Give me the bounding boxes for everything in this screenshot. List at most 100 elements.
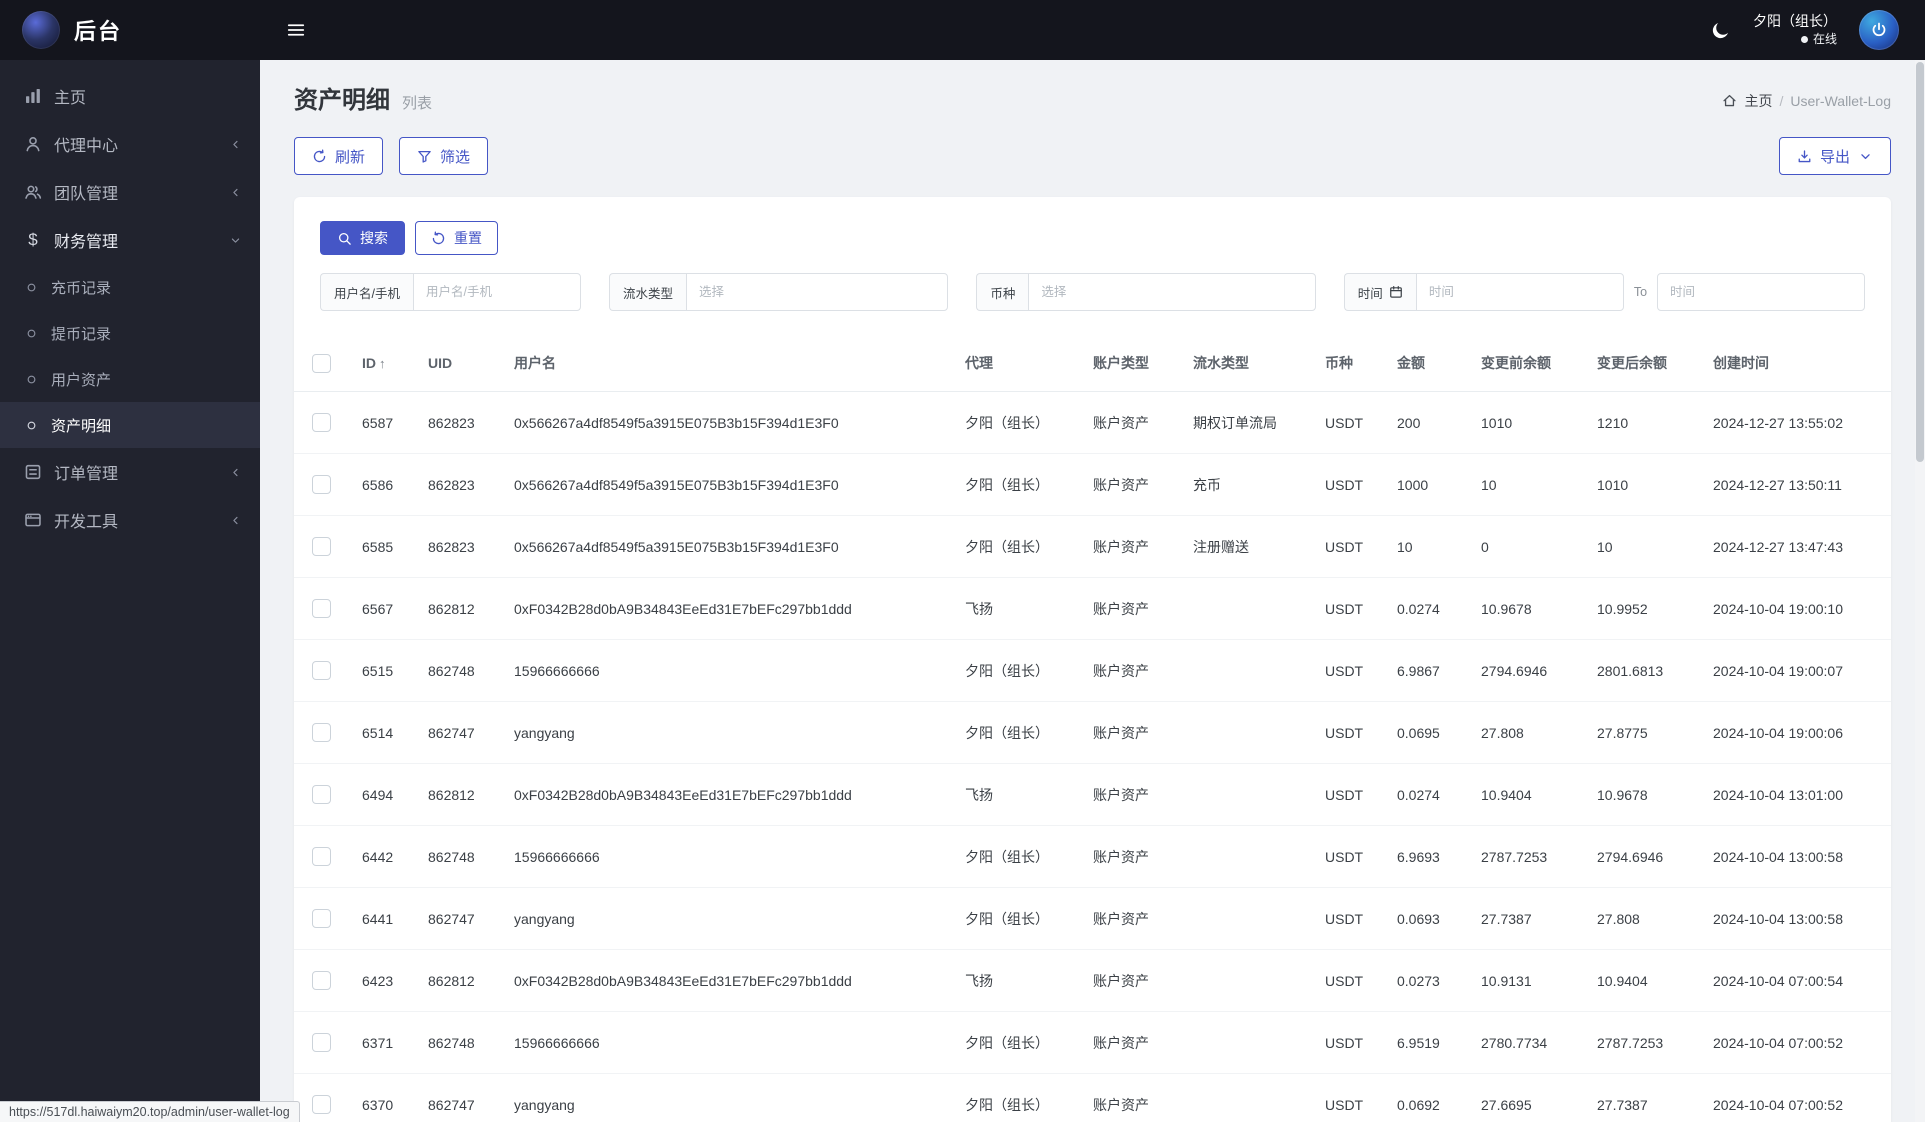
sidebar-item-dev-tools[interactable]: 开发工具 [0, 496, 260, 544]
cell-after: 2794.6946 [1585, 825, 1701, 888]
sidebar-item-team-management[interactable]: 团队管理 [0, 168, 260, 216]
column-header-代理[interactable]: 代理 [953, 333, 1081, 392]
cell-uid: 862748 [416, 1011, 502, 1074]
column-header-账户类型[interactable]: 账户类型 [1081, 333, 1181, 392]
column-header-变更前余额[interactable]: 变更前余额 [1469, 333, 1585, 392]
cell-username: 0x566267a4df8549f5a3915E075B3b15F394d1E3… [502, 453, 953, 516]
row-checkbox[interactable] [312, 847, 331, 866]
user-name: 夕阳（组长） [1753, 13, 1837, 30]
table-row: 6567 862812 0xF0342B28d0bA9B34843EeEd31E7b… [294, 577, 1891, 640]
cell-uid: 862823 [416, 453, 502, 516]
cell-before: 10.9131 [1469, 949, 1585, 1012]
cell-username: 15966666666 [502, 639, 953, 702]
circle-icon [25, 327, 38, 340]
reset-label: 重置 [454, 230, 482, 246]
time-to-input[interactable] [1657, 273, 1866, 311]
column-header-UID[interactable]: UID [416, 333, 502, 392]
table-row: 6370 862747 yangyang 夕阳（组长） 账户资产 USDT 0.0692 27… [294, 1073, 1891, 1122]
column-header-用户名[interactable]: 用户名 [502, 333, 953, 392]
cell-created: 2024-12-27 13:50:11 [1701, 453, 1891, 516]
cell-flow_type [1181, 1073, 1313, 1122]
cell-amount: 6.9693 [1385, 825, 1469, 888]
row-checkbox[interactable] [312, 909, 331, 928]
wallet-table: ID ↑ UID 用户名 代理 账户类型 流水类型 币种 金额 变更前余额 变更后余额 创建时间 65… [294, 333, 1891, 1122]
currency-label: 币种 [976, 273, 1029, 311]
row-checkbox[interactable] [312, 723, 331, 742]
row-checkbox[interactable] [312, 537, 331, 556]
sidebar-item-label: 开发工具 [54, 514, 119, 531]
flow-type-select[interactable] [686, 273, 949, 311]
hamburger-icon[interactable] [286, 20, 306, 40]
cell-created: 2024-10-04 19:00:06 [1701, 701, 1891, 764]
online-dot-icon [1800, 35, 1808, 43]
sidebar-item-home[interactable]: 主页 [0, 72, 260, 120]
table-row: 6585 862823 0x566267a4df8549f5a3915E075B3b… [294, 515, 1891, 578]
row-checkbox[interactable] [312, 971, 331, 990]
sidebar-subitem-deposit-records[interactable]: 充币记录 [0, 264, 260, 310]
table-row: 6514 862747 yangyang 夕阳（组长） 账户资产 USDT 0.0695 27… [294, 701, 1891, 764]
table-body: 6587 862823 0x566267a4df8549f5a3915E075B3b… [294, 392, 1891, 1122]
cell-agent: 飞扬 [953, 949, 1081, 1012]
cell-agent: 飞扬 [953, 763, 1081, 826]
cell-before: 2787.7253 [1469, 825, 1585, 888]
column-header-金额[interactable]: 金额 [1385, 333, 1469, 392]
sidebar-item-order-management[interactable]: 订单管理 [0, 448, 260, 496]
row-checkbox[interactable] [312, 661, 331, 680]
cell-currency: USDT [1313, 701, 1385, 764]
calendar-icon [1389, 285, 1403, 299]
username-label: 用户名/手机 [320, 273, 413, 311]
search-button[interactable]: 搜索 [320, 221, 405, 255]
user-menu[interactable]: 夕阳（组长） 在线 [1753, 12, 1837, 47]
select-all-checkbox[interactable] [312, 353, 331, 373]
cell-created: 2024-10-04 07:00:52 [1701, 1073, 1891, 1122]
cell-uid: 862823 [428, 414, 475, 431]
row-checkbox[interactable] [312, 475, 331, 494]
brand[interactable]: 后台 [0, 0, 260, 60]
column-header-创建时间[interactable]: 创建时间 [1701, 333, 1891, 392]
main-content: 资产明细 列表 主页 / User-Wallet-Log 刷新 筛选 导出 搜索… [260, 60, 1925, 1122]
user-icon [24, 135, 42, 153]
row-checkbox[interactable] [312, 1095, 331, 1115]
sidebar-item-finance-management[interactable]: $ 财务管理 [0, 216, 260, 264]
cell-created: 2024-10-04 13:01:00 [1701, 763, 1891, 826]
username-input[interactable] [412, 273, 581, 311]
time-from-input[interactable] [1415, 273, 1624, 311]
sidebar-subitem-withdraw-records[interactable]: 提币记录 [0, 310, 260, 356]
cell-id: 6514 [350, 701, 416, 764]
breadcrumb-home-link[interactable]: 主页 [1744, 91, 1772, 111]
column-header-流水类型[interactable]: 流水类型 [1181, 333, 1313, 392]
avatar[interactable] [1859, 10, 1899, 50]
cell-before: 10 [1469, 453, 1585, 516]
export-button[interactable]: 导出 [1778, 137, 1891, 175]
refresh-button[interactable]: 刷新 [294, 137, 384, 175]
cell-username: yangyang [502, 701, 953, 764]
moon-icon[interactable] [1711, 20, 1731, 40]
cell-after: 1210 [1597, 414, 1629, 431]
column-header-ID[interactable]: ID ↑ [350, 333, 416, 392]
row-checkbox[interactable] [312, 1033, 331, 1052]
scrollbar-thumb[interactable] [1916, 62, 1924, 462]
column-header-变更后余额[interactable]: 变更后余额 [1585, 333, 1701, 392]
row-checkbox[interactable] [312, 599, 331, 618]
row-checkbox[interactable] [312, 413, 331, 432]
content-card: 搜索 重置 用户名/手机 流水类型 币种 [294, 197, 1891, 1122]
sidebar-subitem-asset-details[interactable]: 资产明细 [0, 402, 260, 448]
cell-after: 10.9952 [1585, 577, 1701, 640]
column-header-币种[interactable]: 币种 [1313, 333, 1385, 392]
cell-username: 15966666666 [502, 825, 953, 888]
cell-uid: 862748 [416, 639, 502, 702]
sidebar-item-agent-center[interactable]: 代理中心 [0, 120, 260, 168]
filter-button[interactable]: 筛选 [399, 137, 489, 175]
cell-account_type: 账户资产 [1081, 763, 1181, 826]
reset-button[interactable]: 重置 [415, 221, 498, 255]
table-row: 6515 862748 15966666666 夕阳（组长） 账户资产 USDT 6.986… [294, 639, 1891, 702]
cell-after: 10.9404 [1585, 949, 1701, 1012]
cell-created: 2024-10-04 19:00:07 [1701, 639, 1891, 702]
cell-before: 0 [1469, 515, 1585, 578]
scrollbar[interactable] [1915, 60, 1925, 1122]
flow-type-label: 流水类型 [608, 273, 686, 311]
cell-uid: 862747 [416, 887, 502, 950]
currency-select[interactable] [1028, 273, 1316, 311]
row-checkbox[interactable] [312, 785, 331, 804]
sidebar-subitem-user-assets[interactable]: 用户资产 [0, 356, 260, 402]
